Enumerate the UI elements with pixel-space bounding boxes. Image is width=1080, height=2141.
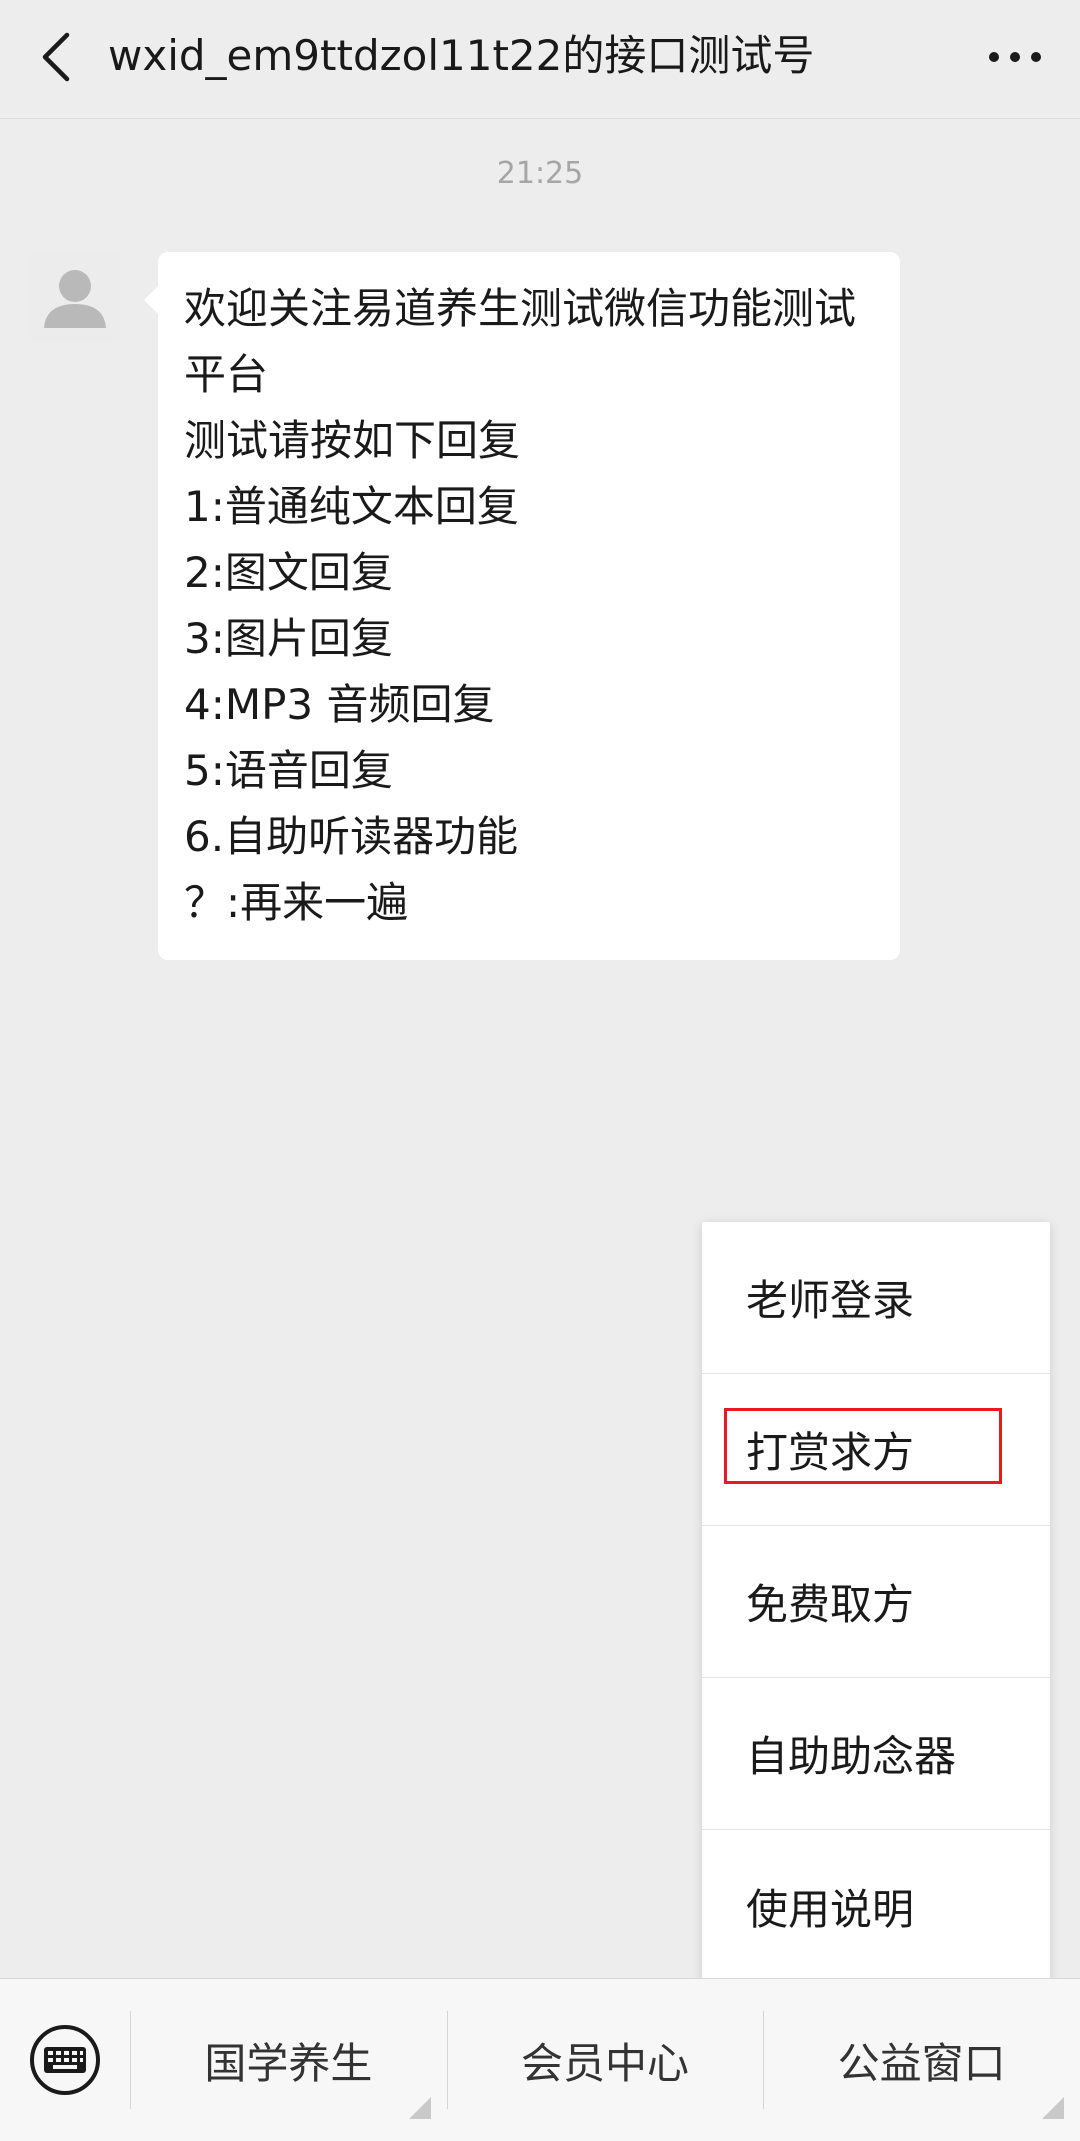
message-timestamp: 21:25	[496, 156, 584, 191]
submenu-item-label: 使用说明	[746, 1884, 915, 1934]
submenu-item-label: 老师登录	[746, 1276, 915, 1325]
message-line: 2:图文回复	[184, 548, 393, 597]
keyboard-icon	[30, 2025, 100, 2095]
message-line: 3:图片回复	[184, 614, 393, 663]
menu-tab-member-center[interactable]: 会员中心	[446, 1979, 764, 2141]
chat-title: wxid_em9ttdzol11t22的接口测试号	[108, 31, 815, 80]
menu-tab-label: 会员中心	[521, 2038, 690, 2088]
menu-tab-label: 国学养生	[204, 2038, 373, 2088]
submenu-indicator-icon	[408, 2097, 431, 2119]
message-line: 4:MP3 音频回复	[184, 680, 495, 729]
message-line: 1:普通纯文本回复	[184, 482, 519, 531]
message-bubble[interactable]: 欢迎关注易道养生测试微信功能测试平台 测试请按如下回复 1:普通纯文本回复 2:…	[144, 252, 900, 960]
sender-avatar[interactable]	[30, 252, 120, 342]
submenu-item-chant-helper[interactable]: 自助助念器	[702, 1678, 1050, 1830]
default-avatar-icon	[30, 252, 120, 342]
more-dots-icon	[989, 52, 1041, 62]
more-button[interactable]	[980, 22, 1050, 92]
back-button[interactable]	[22, 22, 92, 92]
submenu-indicator-icon	[1042, 2097, 1065, 2119]
message-line: 测试请按如下回复	[184, 416, 521, 465]
submenu-popup: 老师登录 打赏求方 免费取方 自助助念器 使用说明	[702, 1222, 1050, 1982]
keyboard-toggle-button[interactable]	[0, 1979, 130, 2141]
menu-tab-guoxue[interactable]: 国学养生	[130, 1979, 447, 2141]
message-line: 欢迎关注易道养生测试微信功能测试平台	[184, 284, 857, 399]
message-line: 5:语音回复	[184, 746, 393, 795]
menu-tab-label: 公益窗口	[837, 2038, 1006, 2088]
submenu-item-instructions[interactable]: 使用说明	[702, 1830, 1050, 1982]
title-bar: wxid_em9ttdzol11t22的接口测试号	[0, 0, 1080, 119]
submenu-item-label: 免费取方	[746, 1580, 915, 1629]
custom-menu-bar: 国学养生 会员中心 公益窗口	[0, 1978, 1080, 2141]
message-line: ？:再来一遍	[184, 878, 409, 927]
message-line: 6.自助听读器功能	[184, 812, 519, 861]
submenu-item-tip-request[interactable]: 打赏求方	[702, 1374, 1050, 1526]
submenu-item-label: 自助助念器	[746, 1732, 957, 1781]
submenu-item-teacher-login[interactable]: 老师登录	[702, 1222, 1050, 1374]
menu-tab-charity[interactable]: 公益窗口	[763, 1979, 1080, 2141]
submenu-item-free-prescription[interactable]: 免费取方	[702, 1526, 1050, 1678]
chevron-left-icon	[42, 32, 70, 82]
highlight-box	[724, 1408, 1002, 1484]
